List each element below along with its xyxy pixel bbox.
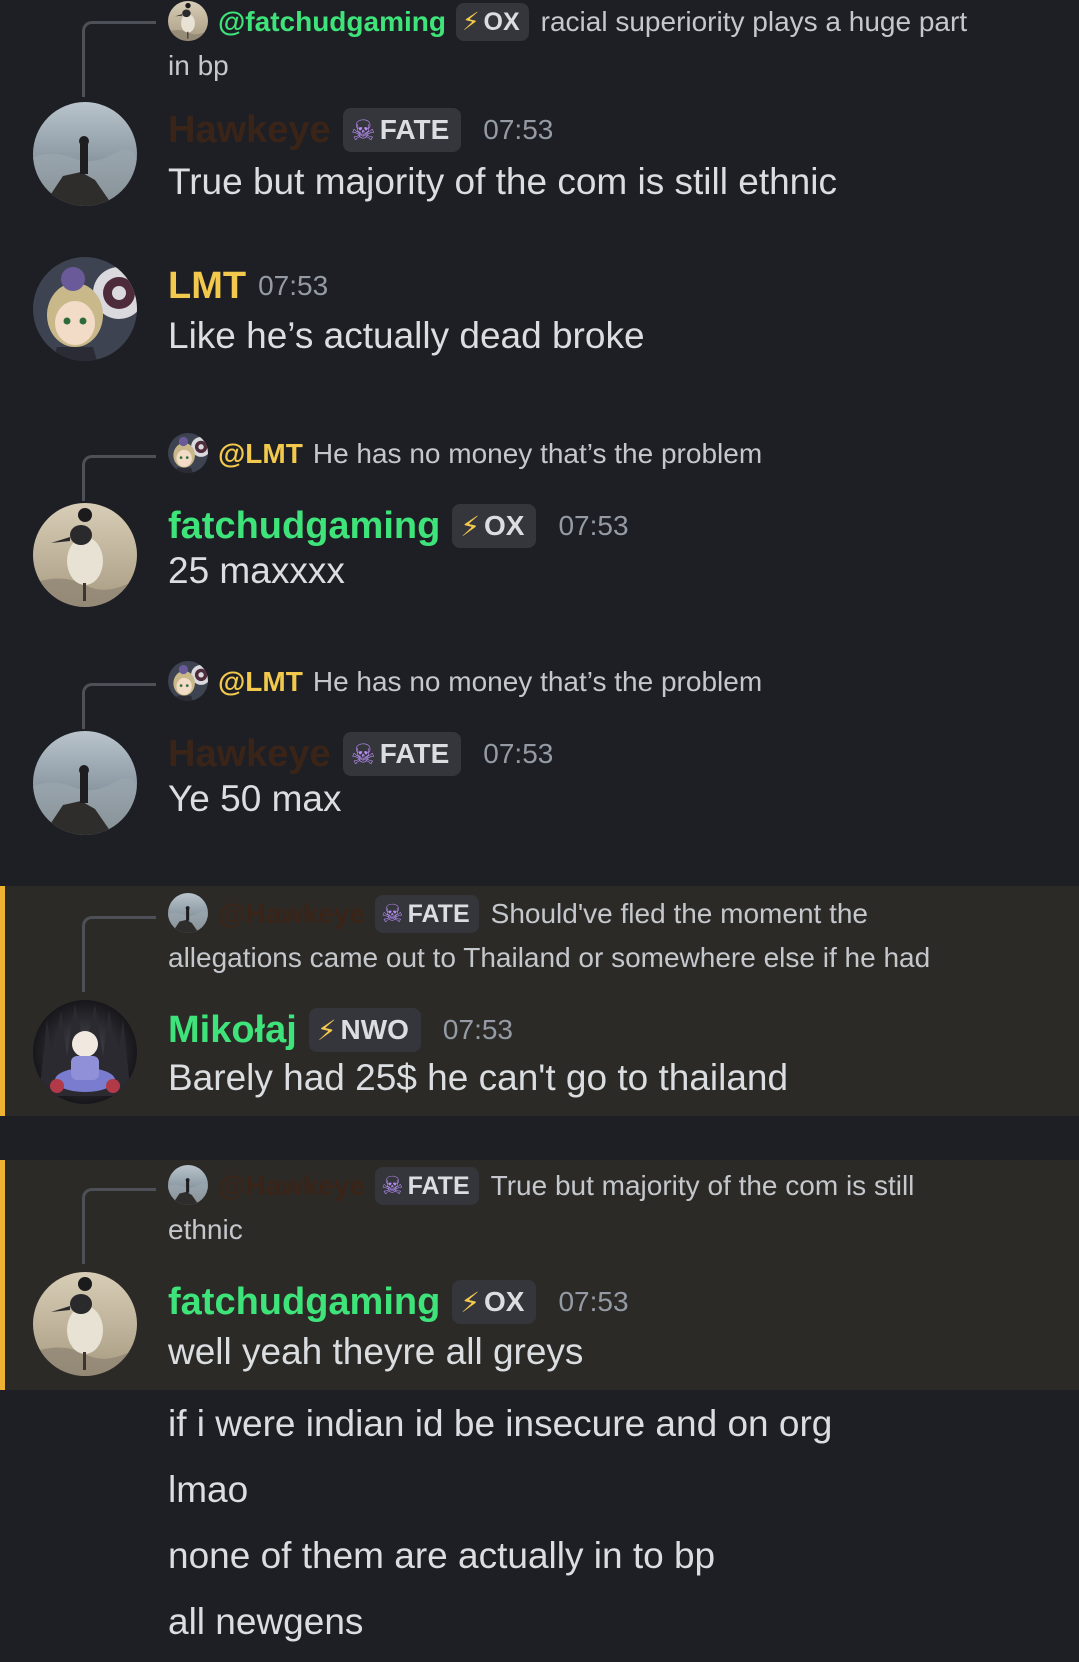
role-badge: ⚡ OX [452, 1280, 537, 1324]
reply-text-cont: in bp [168, 50, 229, 81]
message-header: fatchudgaming ⚡ OX 07:53 [168, 1274, 629, 1330]
timestamp: 07:53 [442, 1014, 513, 1045]
reply-preview[interactable]: @Hawkeye ☠ FATE Should've fled the moment t… [168, 892, 1059, 980]
reply-avatar [168, 1165, 208, 1205]
reply-text-cont: allegations came out to Thailand or some… [168, 942, 931, 973]
author-name[interactable]: Hawkeye [168, 109, 331, 152]
followup-message: if i were indian id be insecure and on o… [168, 1403, 833, 1444]
timestamp: 07:53 [483, 114, 554, 145]
reply-mention[interactable]: @LMT [218, 666, 303, 697]
message-header: LMT 07:53 [168, 258, 328, 314]
lightning-icon: ⚡ [461, 7, 480, 36]
followup-message: lmao [168, 1469, 249, 1510]
timestamp: 07:53 [483, 738, 554, 769]
author-name[interactable]: fatchudgaming [168, 505, 440, 548]
skull-icon: ☠ [350, 738, 376, 770]
message-fatchudgaming-2: @Hawkeye ☠ FATE True but majority of the co… [0, 1160, 1079, 1390]
message-hawkeye-2: @LMT He has no money that’s the problem H… [0, 648, 1079, 838]
message-content: True but majority of the com is still et… [168, 161, 837, 202]
reply-preview[interactable]: @Hawkeye ☠ FATE True but majority of the co… [168, 1164, 1059, 1252]
role-badge: ⚡ OX [452, 504, 537, 548]
reply-text: He has no money that’s the problem [312, 438, 763, 469]
badge-text: OX [484, 510, 525, 541]
reply-connector [82, 916, 156, 992]
reply-connector [82, 1188, 156, 1264]
reply-text: Should've fled the moment the [490, 898, 868, 929]
role-badge: ⚡ OX [455, 2, 529, 41]
avatar[interactable] [33, 731, 137, 835]
avatar[interactable] [33, 1000, 137, 1104]
followup-message: all newgens [168, 1601, 364, 1642]
badge-text: FATE [407, 899, 470, 928]
message-fatchudgaming-1: @LMT He has no money that’s the problem f… [0, 420, 1079, 610]
message-header: Hawkeye ☠ FATE 07:53 [168, 102, 553, 158]
reply-avatar [168, 433, 208, 473]
message-lmt: LMT 07:53 Like he’s actually dead broke [0, 222, 1079, 392]
badge-text: FATE [407, 1171, 470, 1200]
message-content: Like he’s actually dead broke [168, 315, 645, 356]
reply-preview[interactable]: @LMT He has no money that’s the problem [168, 432, 1059, 476]
badge-text: OX [483, 7, 520, 36]
badge-text: OX [484, 1286, 525, 1317]
avatar[interactable] [33, 257, 137, 361]
timestamp: 07:53 [558, 1286, 629, 1317]
reply-preview[interactable]: @LMT He has no money that’s the problem [168, 660, 1059, 704]
message-content: well yeah theyre all greys [168, 1331, 584, 1372]
author-name[interactable]: Hawkeye [168, 733, 331, 776]
message-hawkeye-1: @fatchudgaming ⚡ OX racial superiority play… [0, 0, 1079, 222]
reply-avatar [168, 893, 208, 933]
reply-text-cont: ethnic [168, 1214, 243, 1245]
reply-mention[interactable]: @Hawkeye [218, 898, 365, 929]
message-header: Hawkeye ☠ FATE 07:53 [168, 726, 553, 782]
message-mikolaj: @Hawkeye ☠ FATE Should've fled the moment t… [0, 886, 1079, 1116]
reply-text: True but majority of the com is still [490, 1170, 915, 1201]
author-name[interactable]: fatchudgaming [168, 1281, 440, 1324]
timestamp: 07:53 [558, 510, 629, 541]
role-badge: ☠ FATE [342, 108, 462, 152]
badge-text: FATE [379, 114, 450, 145]
avatar[interactable] [33, 503, 137, 607]
followup-message: none of them are actually in to bp [168, 1535, 716, 1576]
avatar[interactable] [33, 102, 137, 206]
message-header: Mikołaj ⚡ NWO 07:53 [168, 1002, 513, 1058]
role-badge: ☠ FATE [375, 894, 479, 933]
lightning-icon: ⚡ [460, 1286, 480, 1318]
lightning-icon: ⚡ [460, 510, 480, 542]
reply-mention[interactable]: @Hawkeye [218, 1170, 365, 1201]
message-content: Ye 50 max [168, 778, 342, 819]
lightning-icon: ⚡ [316, 1014, 337, 1046]
role-badge: ⚡ NWO [308, 1008, 421, 1052]
avatar[interactable] [33, 1272, 137, 1376]
skull-icon: ☠ [381, 899, 404, 928]
message-header: fatchudgaming ⚡ OX 07:53 [168, 498, 629, 554]
reply-connector [82, 455, 156, 501]
badge-text: NWO [340, 1014, 409, 1045]
author-name[interactable]: LMT [168, 265, 246, 308]
reply-text: racial superiority plays a huge part [540, 6, 968, 37]
role-badge: ☠ FATE [375, 1166, 479, 1205]
reply-preview[interactable]: @fatchudgaming ⚡ OX racial superiority play… [168, 0, 1059, 88]
skull-icon: ☠ [350, 114, 376, 146]
reply-avatar [168, 661, 208, 701]
role-badge: ☠ FATE [342, 732, 462, 776]
timestamp: 07:53 [258, 270, 329, 301]
reply-connector [82, 21, 156, 97]
message-content: Barely had 25$ he can't go to thailand [168, 1057, 789, 1098]
author-name[interactable]: Mikołaj [168, 1009, 297, 1052]
reply-mention[interactable]: @fatchudgaming [218, 6, 446, 37]
reply-mention[interactable]: @LMT [218, 438, 303, 469]
skull-icon: ☠ [381, 1171, 404, 1200]
reply-text: He has no money that’s the problem [312, 666, 763, 697]
reply-avatar [168, 1, 208, 41]
reply-connector [82, 683, 156, 729]
badge-text: FATE [379, 738, 450, 769]
message-content: 25 maxxxx [168, 550, 345, 591]
